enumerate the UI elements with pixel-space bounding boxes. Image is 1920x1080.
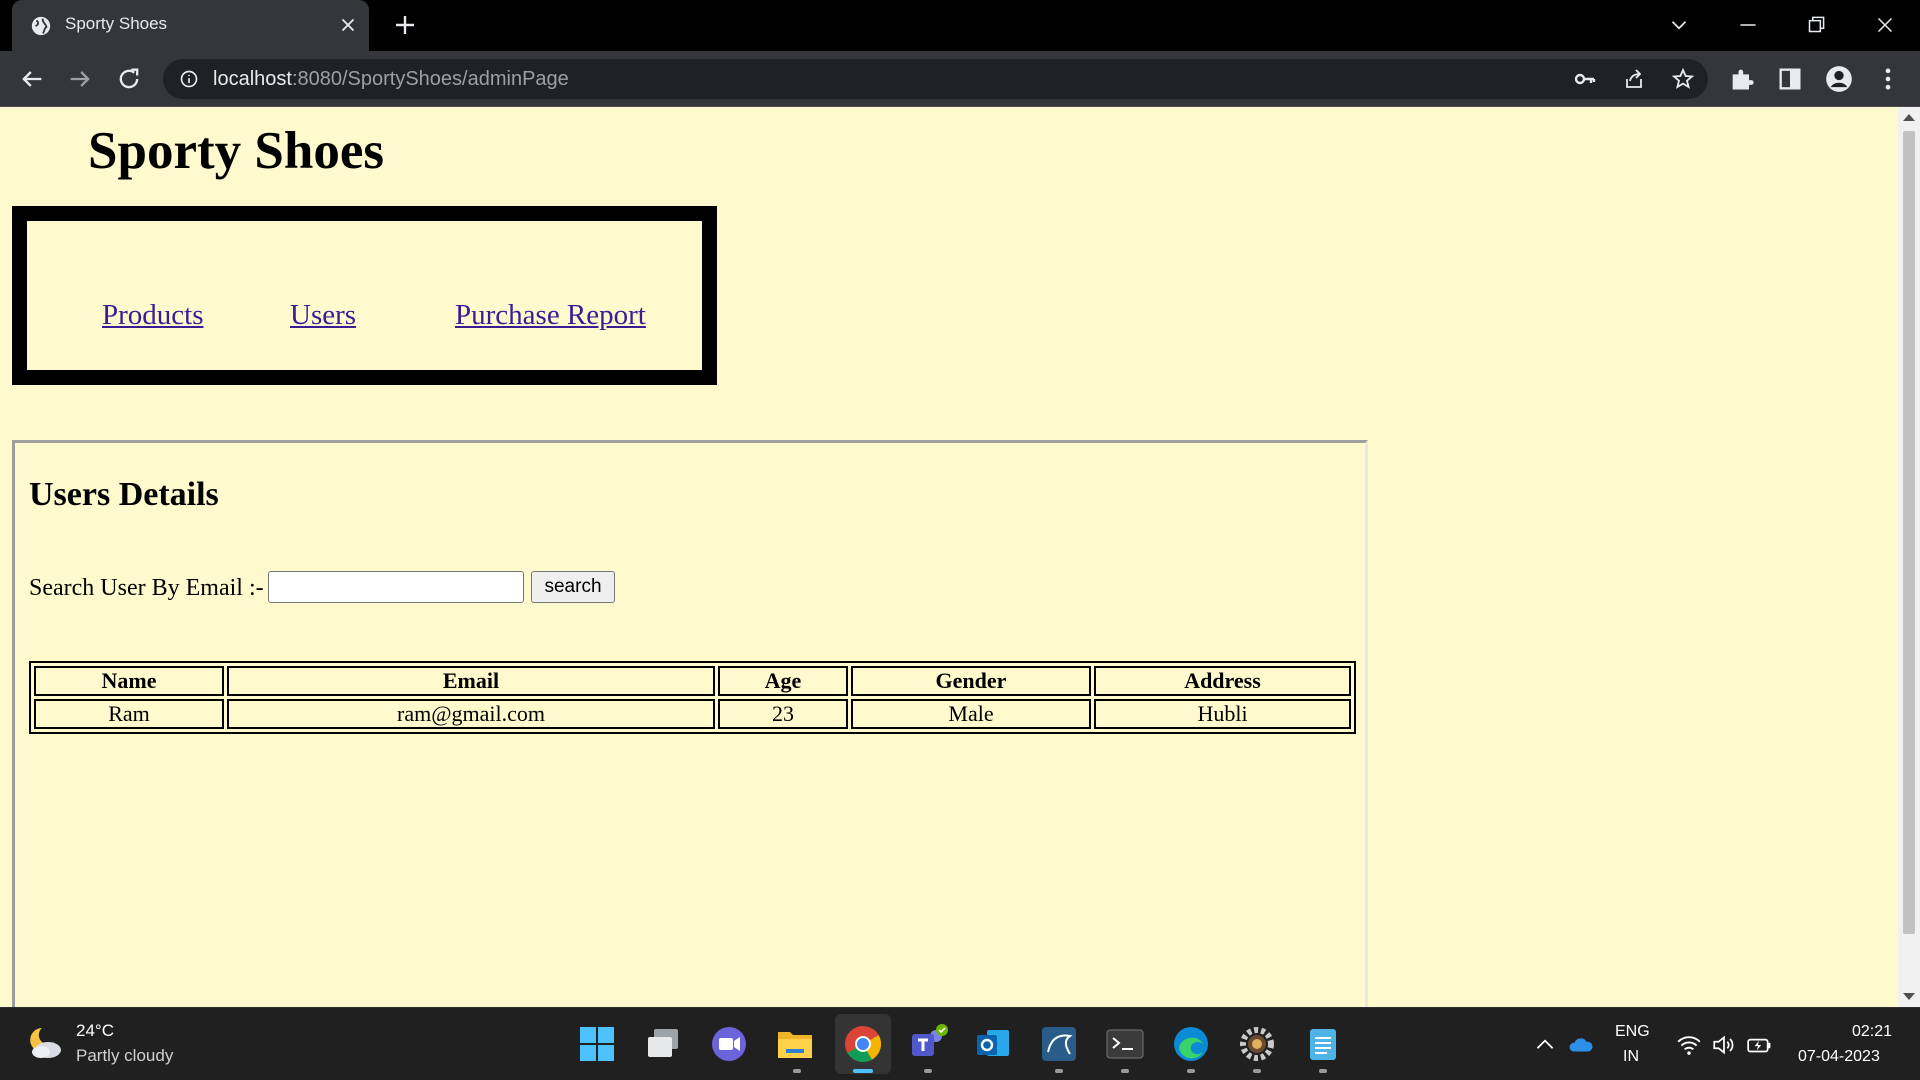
task-view-icon[interactable] xyxy=(641,1022,685,1066)
close-icon[interactable] xyxy=(337,14,359,36)
edge-icon[interactable] xyxy=(1169,1022,1213,1066)
cell-email: ram@gmail.com xyxy=(227,699,715,729)
mysql-workbench-icon[interactable] xyxy=(1037,1022,1081,1066)
url-text: localhost:8080/SportyShoes/adminPage xyxy=(213,68,569,91)
url-path: :8080/SportyShoes/adminPage xyxy=(291,68,569,90)
wifi-icon[interactable] xyxy=(1676,1032,1702,1058)
cell-age: 23 xyxy=(718,699,848,729)
side-panel-icon[interactable] xyxy=(1776,65,1804,93)
clock-date[interactable]: 07-04-2023 xyxy=(1798,1048,1880,1066)
users-details-panel: Users Details Search User By Email :- se… xyxy=(12,440,1368,1007)
search-email-input[interactable] xyxy=(268,571,524,603)
admin-nav-box: Products Users Purchase Report xyxy=(12,206,717,385)
close-window-icon[interactable] xyxy=(1872,12,1898,38)
windows-start-icon[interactable] xyxy=(575,1022,619,1066)
url-host: localhost xyxy=(213,68,292,90)
address-bar[interactable]: localhost:8080/SportyShoes/adminPage xyxy=(163,59,1708,99)
column-header-gender: Gender xyxy=(851,666,1091,696)
column-header-address: Address xyxy=(1094,666,1351,696)
cell-name: Ram xyxy=(34,699,224,729)
terminal-running-indicator xyxy=(1121,1069,1129,1073)
share-icon[interactable] xyxy=(1622,67,1646,91)
nav-link-users[interactable]: Users xyxy=(290,299,356,332)
column-header-name: Name xyxy=(34,666,224,696)
input-language[interactable]: ENG xyxy=(1615,1023,1650,1041)
tab-search-chevron-icon[interactable] xyxy=(1666,12,1692,38)
volume-icon[interactable] xyxy=(1711,1032,1737,1058)
globe-icon xyxy=(31,16,51,36)
weather-description: Partly cloudy xyxy=(76,1046,174,1065)
scroll-up-arrow-icon[interactable] xyxy=(1903,114,1915,121)
onedrive-cloud-icon[interactable] xyxy=(1568,1032,1594,1058)
clock-time[interactable]: 02:21 xyxy=(1852,1023,1892,1041)
table-row: Ram ram@gmail.com 23 Male Hubli xyxy=(34,699,1351,729)
key-icon[interactable] xyxy=(1573,67,1597,91)
battery-charging-icon[interactable] xyxy=(1746,1032,1772,1058)
teams-icon[interactable] xyxy=(906,1022,950,1066)
page-viewport: Sporty Shoes Products Users Purchase Rep… xyxy=(0,107,1898,1007)
table-header-row: Name Email Age Gender Address xyxy=(34,666,1351,696)
nav-link-products[interactable]: Products xyxy=(102,299,204,332)
minimize-icon[interactable] xyxy=(1735,12,1761,38)
new-tab-icon[interactable] xyxy=(393,13,417,37)
scrollbar-thumb[interactable] xyxy=(1903,131,1915,934)
teams-running-indicator xyxy=(924,1069,932,1073)
chrome-icon[interactable] xyxy=(841,1022,885,1066)
profile-avatar-icon[interactable] xyxy=(1825,65,1853,93)
search-button[interactable]: search xyxy=(531,571,615,603)
cell-gender: Male xyxy=(851,699,1091,729)
forward-arrow-icon[interactable] xyxy=(66,65,94,93)
terminal-icon[interactable] xyxy=(1103,1022,1147,1066)
notepad-running-indicator xyxy=(1319,1069,1327,1073)
input-region[interactable]: IN xyxy=(1623,1048,1639,1066)
notepad-icon[interactable] xyxy=(1301,1022,1345,1066)
partly-cloudy-night-icon[interactable] xyxy=(24,1022,66,1064)
column-header-age: Age xyxy=(718,666,848,696)
teams-chat-icon[interactable] xyxy=(707,1022,751,1066)
bookmark-star-icon[interactable] xyxy=(1671,67,1695,91)
explorer-running-indicator xyxy=(793,1069,801,1073)
page-scrollbar[interactable] xyxy=(1898,107,1920,1007)
search-label: Search User By Email :- xyxy=(29,575,264,601)
spring-tool-suite-icon[interactable] xyxy=(1235,1022,1279,1066)
weather-temperature: 24°C xyxy=(76,1021,114,1040)
users-table: Name Email Age Gender Address Ram ram@gm… xyxy=(29,661,1356,734)
windows-taskbar: 24°C Partly cloudy ENG IN 02:21 07-04-20… xyxy=(0,1007,1920,1080)
users-details-heading: Users Details xyxy=(29,476,219,513)
ide-running-indicator xyxy=(1253,1069,1261,1073)
edge-running-indicator xyxy=(1187,1069,1195,1073)
nav-link-purchase-report[interactable]: Purchase Report xyxy=(455,299,646,332)
column-header-email: Email xyxy=(227,666,715,696)
reload-icon[interactable] xyxy=(115,65,143,93)
site-title: Sporty Shoes xyxy=(88,122,384,180)
tab-title: Sporty Shoes xyxy=(65,14,168,33)
browser-tab-bar: Sporty Shoes xyxy=(0,0,1920,51)
file-explorer-icon[interactable] xyxy=(773,1022,817,1066)
back-arrow-icon[interactable] xyxy=(18,65,46,93)
restore-icon[interactable] xyxy=(1803,12,1829,38)
chrome-active-indicator xyxy=(853,1069,873,1073)
outlook-icon[interactable] xyxy=(971,1022,1015,1066)
browser-toolbar: localhost:8080/SportyShoes/adminPage xyxy=(0,51,1920,107)
menu-kebab-icon[interactable] xyxy=(1874,65,1902,93)
browser-tab[interactable]: Sporty Shoes xyxy=(12,0,369,51)
extensions-puzzle-icon[interactable] xyxy=(1728,65,1756,93)
scroll-down-arrow-icon[interactable] xyxy=(1903,993,1915,1000)
site-info-icon[interactable] xyxy=(179,69,199,89)
cell-address: Hubli xyxy=(1094,699,1351,729)
workbench-running-indicator xyxy=(1055,1069,1063,1073)
chevron-up-icon[interactable] xyxy=(1532,1032,1558,1058)
